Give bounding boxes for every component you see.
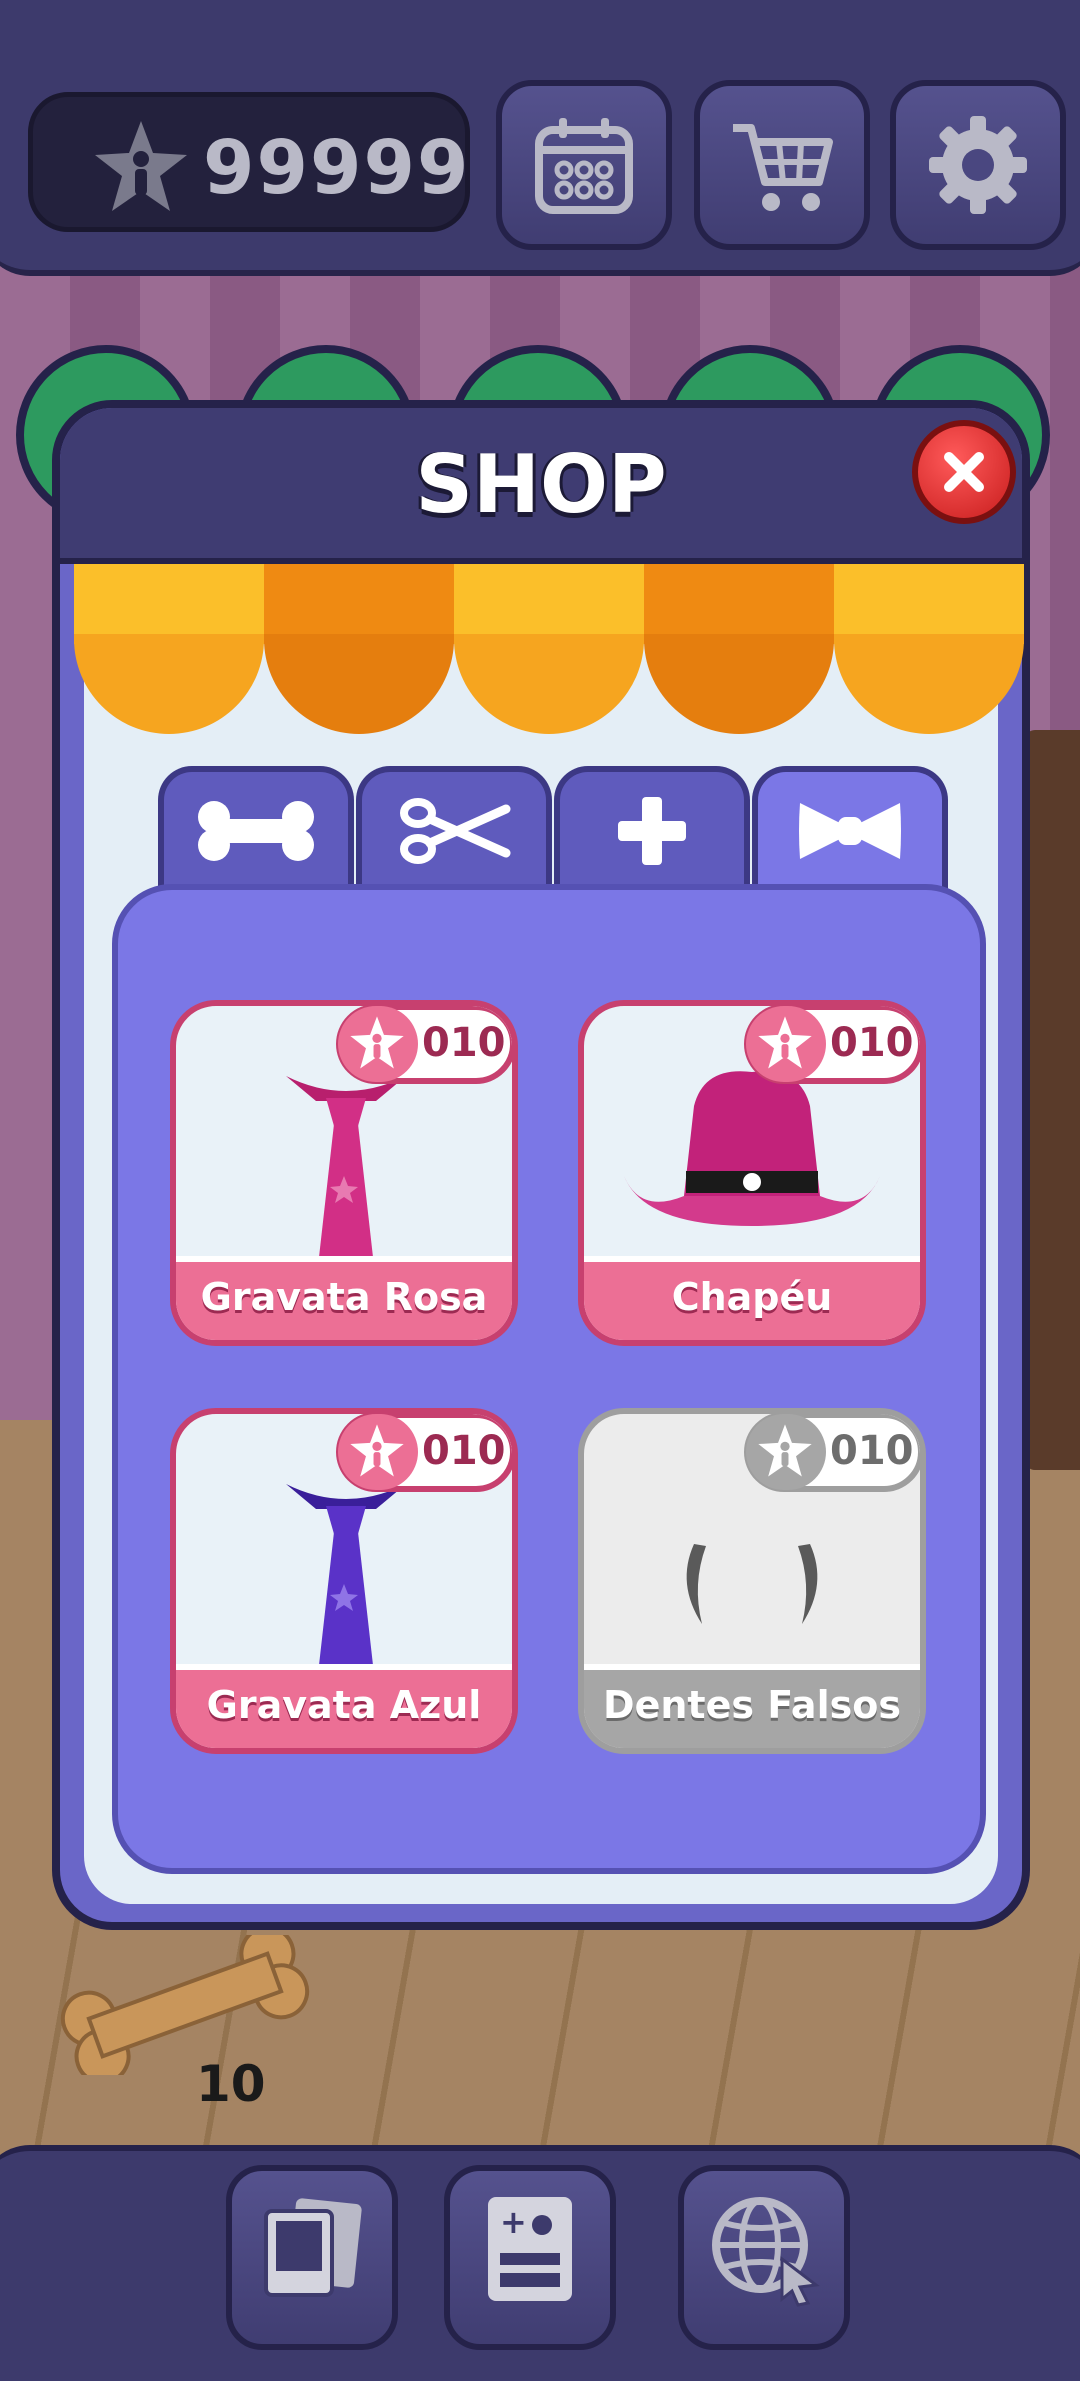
photos-icon [264, 2198, 362, 2297]
price-tag: 010 [336, 1414, 512, 1492]
price-value: 010 [422, 1020, 506, 1066]
item-label: Gravata Rosa [176, 1256, 512, 1340]
star-coin-icon [95, 121, 187, 211]
shop-dialog: SHOP 010 Gravata Rosa 010 Chapéu 010 Gra… [52, 400, 1030, 1930]
shopping-cart-icon [733, 124, 833, 211]
svg-text:+: + [500, 2203, 527, 2241]
price-tag: 010 [336, 1006, 512, 1084]
cart-button[interactable] [694, 80, 870, 250]
coin-badge [746, 1414, 826, 1490]
star-coin-icon [350, 1016, 404, 1069]
price-tag: 010 [744, 1006, 920, 1084]
coin-badge [746, 1006, 826, 1082]
globe-icon [712, 2197, 820, 2307]
tab-grooming[interactable] [356, 766, 552, 890]
bones-count: 10 [196, 2055, 266, 2113]
bow-tie-icon [799, 803, 901, 859]
star-coin-icon [350, 1424, 404, 1477]
star-coin-icon [758, 1016, 812, 1069]
shop-item-card[interactable]: 010 Gravata Azul [170, 1408, 518, 1754]
shop-item-card[interactable]: 010 Chapéu [578, 1000, 926, 1346]
pet-card-button[interactable]: + [444, 2165, 616, 2350]
bone-icon [198, 801, 314, 861]
tab-health[interactable] [554, 766, 750, 890]
shop-item-card[interactable]: 010 Gravata Rosa [170, 1000, 518, 1346]
currency-display: 99999 [28, 92, 470, 232]
star-coin-icon [758, 1424, 812, 1477]
coin-badge [338, 1414, 418, 1490]
shelf [1025, 730, 1080, 1470]
calendar-button[interactable] [496, 80, 672, 250]
calendar-icon [535, 118, 633, 214]
globe-button[interactable] [678, 2165, 850, 2350]
item-grid: 010 Gravata Rosa 010 Chapéu 010 Gravata … [112, 884, 986, 1874]
close-icon [944, 452, 984, 492]
shop-awning [74, 564, 1024, 734]
bone-icon [60, 1935, 310, 2075]
price-tag: 010 [744, 1414, 920, 1492]
price-value: 010 [830, 1428, 914, 1474]
category-tabs [158, 766, 998, 896]
dialog-header: SHOP [60, 408, 1022, 564]
item-label: Dentes Falsos [584, 1664, 920, 1748]
price-value: 010 [830, 1020, 914, 1066]
scissors-icon [400, 798, 511, 864]
pet-card-icon: + [488, 2197, 572, 2301]
tab-accessories[interactable] [752, 766, 948, 890]
item-label: Chapéu [584, 1256, 920, 1340]
coin-badge [338, 1006, 418, 1082]
item-label: Gravata Azul [176, 1664, 512, 1748]
shop-item-card[interactable]: 010 Dentes Falsos [578, 1408, 926, 1754]
gear-icon [929, 116, 1027, 214]
settings-button[interactable] [890, 80, 1066, 250]
dialog-title: SHOP [415, 438, 667, 531]
price-value: 010 [422, 1428, 506, 1474]
close-button[interactable] [912, 420, 1016, 524]
photos-button[interactable] [226, 2165, 398, 2350]
currency-value: 99999 [203, 125, 471, 211]
tab-food[interactable] [158, 766, 354, 890]
plus-icon [618, 797, 686, 865]
